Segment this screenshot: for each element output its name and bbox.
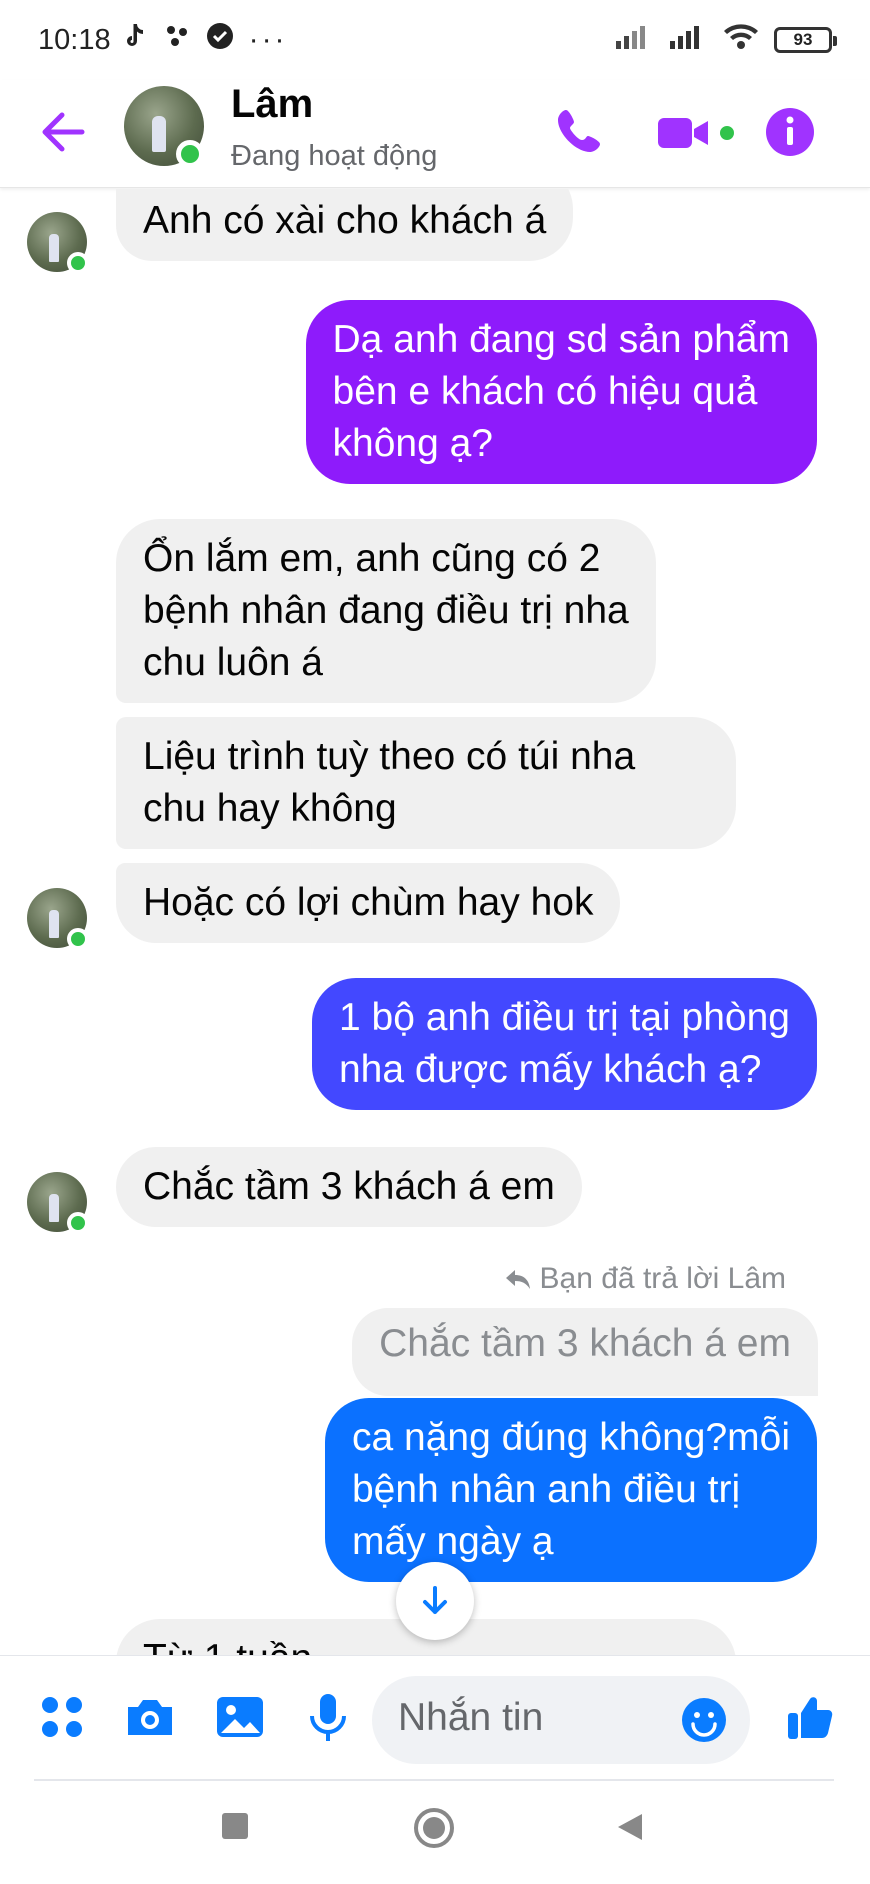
emoji-button[interactable] <box>678 1694 730 1746</box>
like-button[interactable] <box>782 1689 838 1745</box>
image-icon <box>217 1697 263 1737</box>
message-text: Anh có xài cho khách á <box>143 199 547 242</box>
call-button[interactable] <box>548 102 608 162</box>
message-bubble-received[interactable]: Hoặc có lợi chùm hay hok <box>116 863 621 943</box>
battery-level: 93 <box>793 30 813 49</box>
video-active-dot <box>720 126 734 140</box>
message-line: ca nặng đúng không?mỗi <box>351 1416 790 1459</box>
message-input[interactable]: Nhắn tin <box>372 1676 750 1764</box>
signal-icon-2 <box>668 23 708 57</box>
message-text: Chắc tầm 3 khách á em <box>143 1165 555 1208</box>
battery-icon: 93 <box>774 27 837 53</box>
voice-button[interactable] <box>300 1689 356 1745</box>
camera-icon <box>128 1700 172 1735</box>
wifi-icon <box>722 22 760 58</box>
message-line: 1 bộ anh điều trị tại phòng <box>338 996 790 1039</box>
circle-icon <box>414 1808 454 1848</box>
reply-icon <box>505 1270 530 1289</box>
video-camera-icon <box>658 118 708 148</box>
message-text: Từ 1 tuần <box>143 1637 312 1655</box>
arrow-down-icon <box>423 1586 447 1614</box>
recents-button[interactable] <box>220 1811 250 1846</box>
message-bubble-received[interactable]: Liệu trình tuỳ theo có túi nha chu hay k… <box>116 717 736 849</box>
message-line: Dạ anh đang sd sản phẩm <box>332 318 791 361</box>
home-button[interactable] <box>413 1807 455 1854</box>
message-bubble-sent[interactable]: 1 bộ anh điều trị tại phòng nha được mấy… <box>311 978 817 1110</box>
signal-icon <box>614 23 654 57</box>
scroll-to-bottom-button[interactable] <box>396 1562 474 1640</box>
message-bubble-sent[interactable]: Dạ anh đang sd sản phẩm bên e khách có h… <box>305 300 817 484</box>
triangle-back-icon <box>618 1814 642 1840</box>
more-dots-icon: ··· <box>248 23 288 56</box>
online-indicator <box>67 1212 89 1234</box>
info-icon <box>766 108 814 156</box>
smiley-icon <box>682 1698 726 1742</box>
check-circle-icon <box>205 21 235 59</box>
status-time: 10:18 <box>38 23 111 56</box>
contact-name[interactable]: Lâm <box>231 82 313 127</box>
status-right-icons: 93 <box>614 22 837 58</box>
message-line: bệnh nhân anh điều trị <box>351 1468 741 1511</box>
online-indicator <box>67 252 89 274</box>
reply-note: Bạn đã trả lời Lâm <box>504 1262 786 1296</box>
chat-header: Lâm Đang hoạt động <box>0 80 870 188</box>
message-bubble-received[interactable]: Anh có xài cho khách á <box>116 189 574 261</box>
video-call-button[interactable] <box>654 102 714 162</box>
gallery-button[interactable] <box>212 1689 268 1745</box>
back-nav-button[interactable] <box>614 1811 646 1848</box>
message-input-placeholder: Nhắn tin <box>398 1696 544 1739</box>
message-line: Liệu trình tuỳ theo có túi nha <box>143 735 636 778</box>
four-dots-icon <box>42 1697 82 1737</box>
system-nav-bar <box>0 1781 870 1884</box>
microphone-icon <box>310 1694 346 1741</box>
message-text: Hoặc có lợi chùm hay hok <box>143 881 594 924</box>
message-line: chu hay không <box>143 787 397 830</box>
online-indicator <box>67 928 89 950</box>
contact-status: Đang hoạt động <box>231 140 438 172</box>
message-bubble-sent[interactable]: ca nặng đúng không?mỗi bệnh nhân anh điề… <box>324 1398 817 1582</box>
camera-button[interactable] <box>122 1689 178 1745</box>
more-actions-button[interactable] <box>34 1689 90 1745</box>
status-left-icons: ··· <box>123 21 288 59</box>
message-line: nha được mấy khách ạ? <box>338 1048 762 1091</box>
back-button[interactable] <box>34 102 94 162</box>
status-bar: 10:18 ··· 93 <box>0 0 870 80</box>
phone-icon <box>558 110 600 152</box>
message-line: bên e khách có hiệu quả <box>332 370 758 413</box>
reply-note-text: Bạn đã trả lời Lâm <box>539 1262 786 1295</box>
arrow-left-icon <box>42 112 85 152</box>
tiktok-icon <box>123 22 149 58</box>
quoted-message[interactable]: Chắc tầm 3 khách á em <box>352 1308 818 1396</box>
composer-bar: Nhắn tin <box>0 1655 870 1780</box>
message-line: Ổn lắm em, anh cũng có 2 <box>143 537 601 580</box>
app-icon <box>163 22 191 58</box>
quoted-text: Chắc tầm 3 khách á em <box>379 1322 791 1365</box>
square-icon <box>222 1813 248 1839</box>
message-line: bệnh nhân đang điều trị nha <box>143 589 629 632</box>
message-line: chu luôn á <box>143 641 323 684</box>
message-bubble-received[interactable]: Ổn lắm em, anh cũng có 2 bệnh nhân đang … <box>116 519 656 703</box>
message-bubble-received[interactable]: Chắc tầm 3 khách á em <box>116 1147 582 1227</box>
message-list[interactable]: Anh có xài cho khách á Dạ anh đang sd sả… <box>0 189 870 1655</box>
message-line: không ạ? <box>332 422 493 465</box>
online-indicator <box>176 140 204 168</box>
thumbs-up-icon <box>788 1697 833 1739</box>
message-line: mấy ngày ạ <box>351 1520 554 1563</box>
info-button[interactable] <box>760 102 820 162</box>
